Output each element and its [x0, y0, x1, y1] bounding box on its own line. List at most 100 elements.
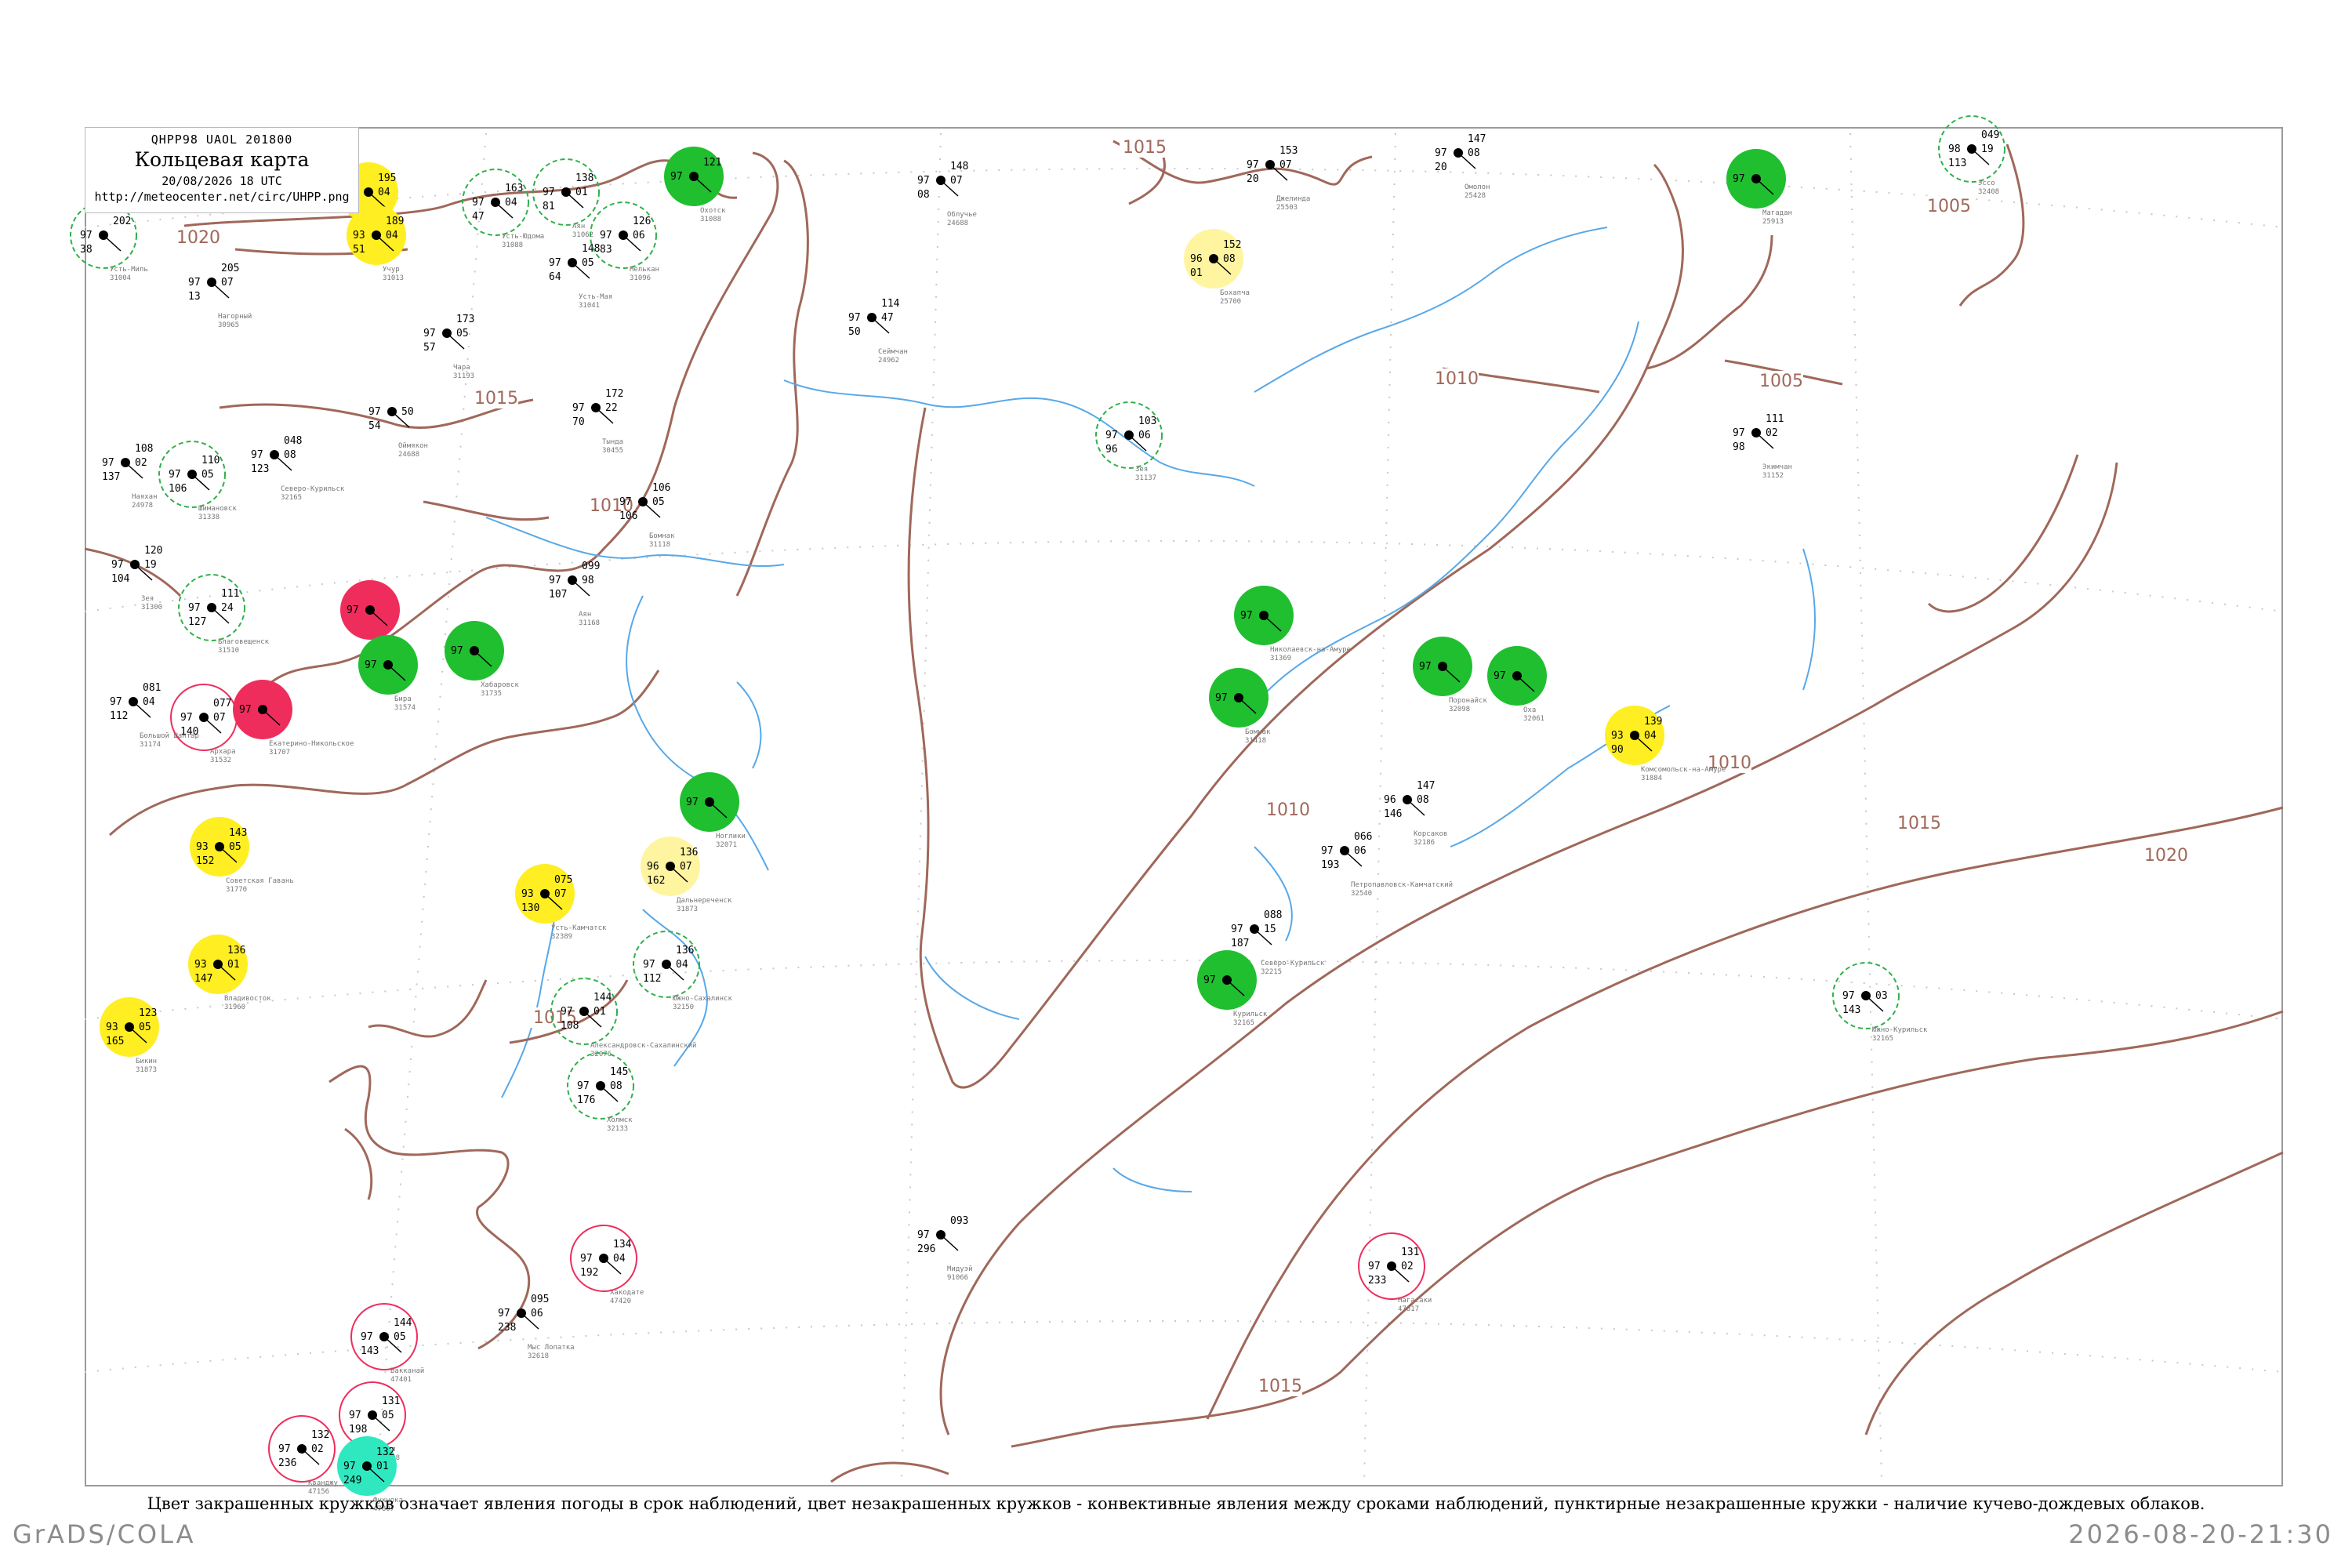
station-name: Наяхан: [132, 493, 158, 501]
station-name: Нагорный: [218, 313, 252, 321]
station-plot[interactable]: 97 Поронайск32098: [1413, 637, 1487, 713]
footer-timestamp: 2026-08-20-21:30: [2068, 1519, 2333, 1549]
station-plot[interactable]: 121 97 Охотск31088: [664, 147, 726, 223]
station-name: Петропавловск-Камчатский: [1351, 881, 1453, 889]
pressure-value: 114: [881, 298, 900, 310]
station-id: 31300: [141, 604, 162, 612]
station-id: 32076: [590, 1051, 612, 1058]
station-plot[interactable]: 97 Ноглики32071: [680, 772, 746, 849]
map-time: 20/08/2026 18 UTC: [162, 174, 282, 188]
dewpoint-value: 140: [180, 726, 198, 738]
pressure-value: 145: [610, 1066, 628, 1078]
station-id: 31088: [502, 241, 523, 249]
temperature-value: 93: [106, 1022, 118, 1033]
isobar-label: 1010: [1435, 369, 1479, 389]
station-plot[interactable]: 173 97 57 05 Чара31193: [423, 314, 474, 380]
station-plot[interactable]: 97 Магадан25913: [1726, 149, 1792, 226]
station-plot[interactable]: 108 97 137 02 Наяхан24978: [102, 443, 158, 510]
station-plot[interactable]: 97 Оха32061: [1487, 646, 1547, 723]
dewpoint-value: 51: [353, 244, 365, 256]
station-plot[interactable]: 075 93 130 07 Усть-Камчатск32389: [515, 864, 607, 941]
station-plot[interactable]: 97 Екатерино-Никольское31707: [233, 680, 354, 757]
station-plot[interactable]: 147 96 146 08 Корсаков32186: [1384, 780, 1447, 847]
station-plot[interactable]: 126 97 83 06 Нелькан31096: [590, 201, 659, 282]
dewpoint-value: 296: [917, 1243, 935, 1255]
station-plot[interactable]: 049 98 113 19 Эссо32408: [1938, 115, 2005, 196]
tendency-value: 01: [376, 1461, 389, 1472]
source-url[interactable]: http://meteocenter.net/circ/UHPP.png: [85, 190, 358, 204]
tendency-value: 47: [881, 312, 894, 324]
station-plot[interactable]: 1329723602Кванджу47156: [268, 1415, 339, 1496]
tendency-value: 07: [213, 712, 226, 724]
pressure-value: 195: [378, 172, 396, 184]
station-plot[interactable]: 189 93 51 04 Учур31013: [347, 205, 406, 282]
station-plot[interactable]: 172 97 70 22 Тында30455: [572, 388, 623, 455]
station-id: 31574: [394, 704, 416, 712]
station-plot[interactable]: 163 97 47 04 Усть-Юдома31088: [462, 169, 544, 249]
station-name: Аян: [579, 611, 591, 619]
station-name: Бомнак: [649, 532, 675, 540]
dewpoint-value: 81: [543, 201, 555, 212]
station-id: 31004: [110, 274, 131, 282]
station-plot[interactable]: 97 Бира31574: [358, 635, 418, 712]
station-plot[interactable]: 148 97 08 07 Облучье24688: [917, 161, 977, 227]
dewpoint-value: 113: [1948, 158, 1966, 169]
pressure-value: 126: [633, 216, 651, 227]
pressure-value: 144: [593, 992, 612, 1004]
station-id: 32165: [281, 494, 302, 502]
station-plot[interactable]: 120 97 104 19 Зея31300: [111, 545, 162, 612]
station-plot[interactable]: 97 143 03 Южно-Курильск32165: [1832, 962, 1928, 1043]
station-id: 24978: [132, 502, 153, 510]
station-plot[interactable]: 131 97 233 02 Нагасаки47817: [1358, 1232, 1432, 1313]
station-plot[interactable]: 048 97 123 08 Северо-Курильск32165: [251, 435, 345, 502]
station-plot[interactable]: 093 97 296 Мидуэй91066: [917, 1215, 973, 1282]
station-id: 31338: [198, 514, 220, 521]
station-plot[interactable]: 144 97 143 05 Вакканай47401: [350, 1303, 424, 1384]
station-plot[interactable]: 123 93 165 05 Бикин31873: [100, 997, 159, 1074]
station-plot[interactable]: 103 97 96 06 Зея31137: [1095, 401, 1163, 482]
graticule: [84, 132, 2284, 1483]
station-id: 32389: [551, 933, 572, 941]
station-name: Омолон: [1465, 183, 1490, 191]
station-plot[interactable]: 114 97 50 47 Сеймчан24962: [848, 298, 908, 365]
station-plot[interactable]: 095 97 238 06 Мыс Лопатка32618: [498, 1294, 575, 1360]
station-plot[interactable]: 97 Курильск32165: [1197, 950, 1268, 1027]
station-plot[interactable]: 134 97 192 04 Хакодате47420: [570, 1225, 644, 1305]
station-id: 32215: [1261, 968, 1282, 976]
station-plot[interactable]: 077 97 140 07 Архара31532: [170, 684, 238, 764]
station-plot[interactable]: 97 54 50 Оймякон24688: [368, 406, 428, 459]
isobar-label: 1005: [1927, 197, 1971, 216]
station-plot[interactable]: 153 97 20 07 Джелинда25503: [1247, 145, 1310, 212]
isobar-label-group: 1020101510101015101510101005100510101010…: [173, 137, 2188, 1396]
pressure-value: 136: [680, 847, 698, 858]
station-name: Кванджу: [308, 1479, 339, 1487]
bulletin-code: QHPP98 UAOL 201800: [151, 132, 293, 147]
station-plot[interactable]: 145 97 176 08 Холмск32133: [567, 1052, 634, 1133]
station-id: 31510: [218, 647, 239, 655]
station-plot[interactable]: 97 Бомнак31418: [1209, 668, 1271, 745]
tendency-value: 02: [1766, 427, 1778, 439]
station-plot[interactable]: 138978101Аян31062: [532, 158, 600, 239]
station-plot[interactable]: 97 Николаевск-на-Амуре31369: [1234, 586, 1351, 662]
station-id: 32408: [1978, 188, 1999, 196]
station-plot[interactable]: 110 97 106 05 Шимановск31338: [158, 441, 237, 521]
station-plot[interactable]: 139 93 90 04 Комсомольск-на-Амуре31884: [1605, 706, 1726, 782]
tendency-value: 24: [221, 602, 234, 614]
station-plot[interactable]: 111 97 127 24 Благовещенск31510: [178, 574, 270, 655]
station-plot[interactable]: 97 Хабаровск31735: [445, 621, 519, 698]
pressure-value: 131: [1401, 1247, 1419, 1258]
station-plot[interactable]: 205 97 13 07 Нагорный30965: [188, 263, 252, 329]
station-plot[interactable]: 136 93 147 01 Владивосток31960: [188, 935, 271, 1011]
tendency-value: 08: [610, 1080, 622, 1092]
station-plot[interactable]: 147 97 20 08 Омолон25428: [1435, 133, 1490, 200]
temperature-value: 97: [1494, 670, 1506, 682]
temperature-value: 97: [472, 197, 485, 209]
station-id: 24688: [947, 220, 968, 227]
temperature-value: 97: [643, 959, 655, 971]
dewpoint-value: 50: [848, 326, 861, 338]
station-plot[interactable]: 143 93 152 05 Советская Гавань31770: [190, 817, 294, 894]
station-id: 31041: [579, 302, 600, 310]
station-plot[interactable]: 152 96 01 08 Бохапча25700: [1184, 229, 1250, 306]
station-plot[interactable]: 111 97 98 02 Экимчан31152: [1733, 413, 1792, 480]
station-plot[interactable]: 202 97 38 Усть-Миль31004: [70, 201, 148, 282]
